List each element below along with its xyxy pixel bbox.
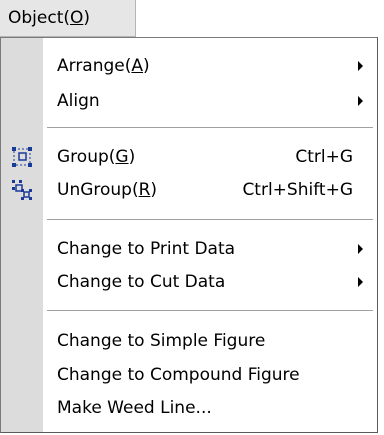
ungroup-icon (11, 179, 33, 201)
align-label: Align (57, 91, 100, 111)
menu-item-change-to-cut-data[interactable]: Change to Cut Data (1, 266, 377, 298)
submenu-arrow-icon (358, 61, 363, 71)
menu-item-change-to-simple-figure[interactable]: Change to Simple Figure (1, 325, 377, 357)
menu-item-change-to-compound-figure[interactable]: Change to Compound Figure (1, 359, 377, 391)
group-shortcut: Ctrl+G (295, 147, 353, 167)
cut-data-label: Change to Cut Data (57, 272, 226, 292)
arrange-label: Arrange(A) (57, 56, 150, 76)
group-label: Group(G) (57, 147, 136, 167)
menu-item-group[interactable]: Group(G) Ctrl+G (1, 141, 377, 173)
group-icon (11, 146, 33, 168)
ungroup-label: UnGroup(R) (57, 180, 158, 200)
ungroup-shortcut: Ctrl+Shift+G (242, 180, 353, 200)
submenu-arrow-icon (358, 277, 363, 287)
simple-figure-label: Change to Simple Figure (57, 331, 266, 351)
weed-line-label: Make Weed Line... (57, 398, 212, 418)
menu-item-ungroup[interactable]: UnGroup(R) Ctrl+Shift+G (1, 174, 377, 206)
menu-item-change-to-print-data[interactable]: Change to Print Data (1, 233, 377, 265)
object-menu-suffix: ) (83, 8, 91, 28)
object-menu-title[interactable]: Object(O) (0, 0, 136, 37)
menu-separator (47, 127, 373, 129)
menu-item-arrange[interactable]: Arrange(A) (1, 50, 377, 82)
object-menu-prefix: Object( (8, 8, 70, 28)
menu-bar: Object(O) (0, 0, 384, 37)
menu-item-make-weed-line[interactable]: Make Weed Line... (1, 392, 377, 424)
menu-separator (47, 219, 373, 221)
object-dropdown-menu: Arrange(A) Align Group(G) Ctrl+G UnGroup… (0, 37, 378, 433)
submenu-arrow-icon (358, 96, 363, 106)
menu-item-align[interactable]: Align (1, 85, 377, 117)
compound-figure-label: Change to Compound Figure (57, 365, 300, 385)
object-menu-accelerator: O (70, 8, 84, 28)
submenu-arrow-icon (358, 244, 363, 254)
menu-separator (47, 310, 373, 312)
print-data-label: Change to Print Data (57, 239, 236, 259)
